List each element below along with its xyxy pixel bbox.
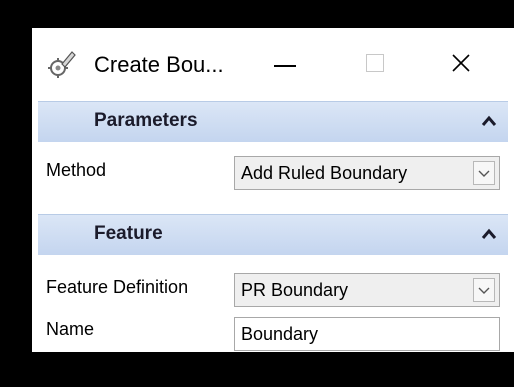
title-bar[interactable]: Create Bou... xyxy=(32,28,514,100)
feature-definition-value: PR Boundary xyxy=(241,280,349,300)
collapse-chevron-icon[interactable] xyxy=(480,113,498,129)
parameters-panel: Method Add Ruled Boundary xyxy=(38,142,508,204)
feature-section-header[interactable]: Feature xyxy=(38,214,508,256)
background-strip xyxy=(0,352,514,387)
feature-panel: Feature Definition PR Boundary Name xyxy=(38,255,508,365)
name-label: Name xyxy=(46,319,95,339)
chevron-down-icon[interactable] xyxy=(473,161,495,185)
gear-pencil-icon xyxy=(48,50,76,80)
name-input[interactable] xyxy=(234,317,500,351)
collapse-chevron-icon[interactable] xyxy=(480,226,498,242)
method-dropdown[interactable]: Add Ruled Boundary xyxy=(234,156,500,190)
feature-definition-label: Feature Definition xyxy=(46,277,189,297)
maximize-button[interactable] xyxy=(350,48,400,82)
maximize-icon xyxy=(366,54,384,72)
parameters-section-header[interactable]: Parameters xyxy=(38,101,508,143)
chevron-down-icon[interactable] xyxy=(473,278,495,302)
parameters-title: Parameters xyxy=(94,110,198,131)
feature-title: Feature xyxy=(94,223,163,244)
method-label: Method xyxy=(46,160,107,180)
minimize-button[interactable] xyxy=(260,48,310,82)
create-boundary-window: Create Bou... Parameters Method Add Rule… xyxy=(32,28,514,387)
method-value: Add Ruled Boundary xyxy=(241,163,408,183)
window-title: Create Bou... xyxy=(94,52,224,77)
close-icon xyxy=(452,54,470,72)
feature-definition-dropdown[interactable]: PR Boundary xyxy=(234,273,500,307)
close-button[interactable] xyxy=(436,48,486,82)
minimize-icon xyxy=(274,65,296,67)
